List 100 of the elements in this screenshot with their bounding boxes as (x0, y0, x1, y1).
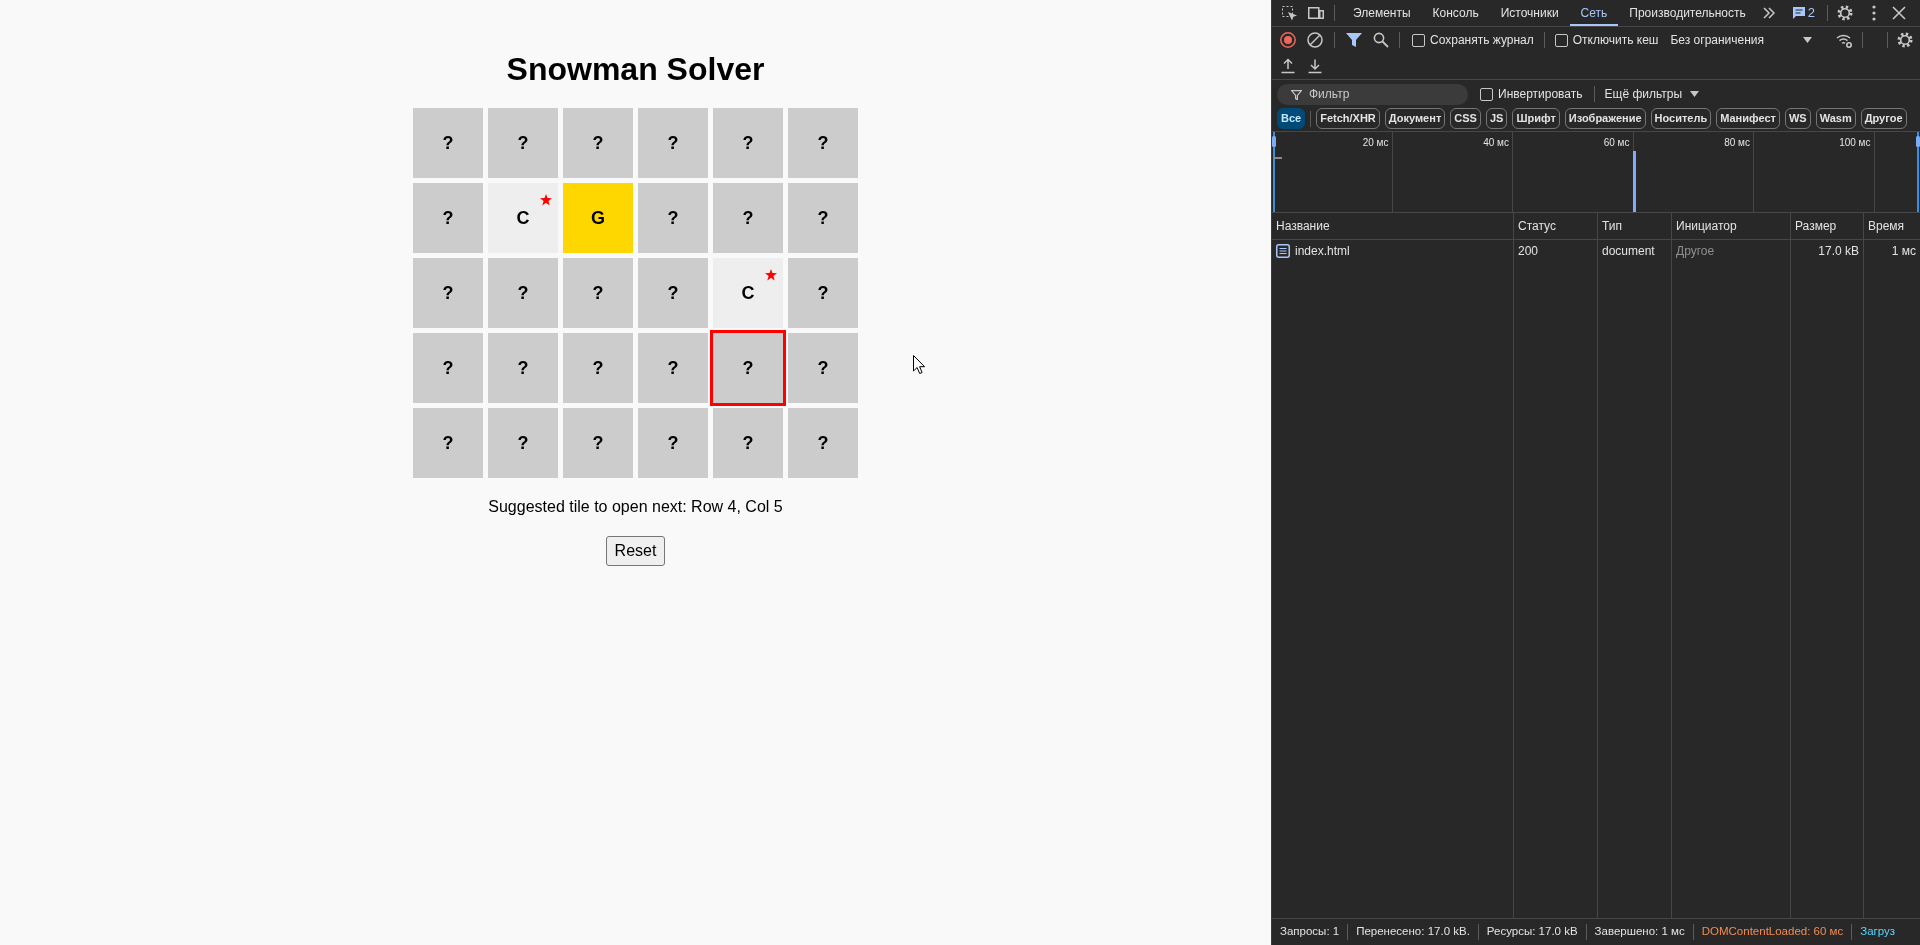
checkbox-label[interactable]: Сохранять журнал (1430, 31, 1534, 49)
status-text: Перенесено: 17.0 kB. (1356, 924, 1470, 940)
upload-icon[interactable] (1280, 58, 1296, 74)
status-text: DOMContentLoaded: 60 мс (1701, 924, 1844, 940)
grid-tile[interactable]: ? (713, 408, 783, 478)
column-header[interactable]: Тип (1598, 213, 1672, 239)
grid-tile[interactable]: ? (563, 108, 633, 178)
type-filter-chip[interactable]: Манифест (1716, 108, 1780, 129)
wifi-icon[interactable] (1836, 32, 1853, 48)
page-title: Snowman Solver (506, 51, 765, 88)
filter-icon[interactable] (1346, 32, 1362, 48)
type-filter-chip[interactable]: Носитель (1650, 108, 1712, 129)
grid-tile[interactable]: ? (488, 408, 558, 478)
grid-tile[interactable]: ? (413, 183, 483, 253)
panel-tab[interactable]: Сеть (1569, 0, 1619, 26)
grid-tile[interactable]: ? (413, 258, 483, 328)
event-marker (1633, 151, 1636, 212)
tick-label: 40 мс (1483, 137, 1509, 149)
download-icon[interactable] (1307, 58, 1323, 74)
grid-tile[interactable]: ? (638, 333, 708, 403)
grid-tile[interactable]: ? (788, 333, 858, 403)
grid-tile[interactable]: ? (488, 108, 558, 178)
checkbox-label[interactable]: Отключить кеш (1572, 31, 1659, 49)
panel-tab[interactable]: Производительность (1618, 0, 1757, 26)
type-filter-chip[interactable]: Все (1277, 108, 1306, 129)
type-filter-chip[interactable]: Документ (1384, 108, 1446, 129)
clear-icon[interactable] (1307, 32, 1323, 48)
type-filter-chip[interactable]: Fetch/XHR (1316, 108, 1380, 129)
range-handle[interactable] (1272, 132, 1276, 212)
panel-tab[interactable]: Источники (1489, 0, 1570, 26)
request-name[interactable]: index.html (1295, 241, 1350, 260)
filter-field[interactable]: Фильтр (1277, 83, 1468, 105)
device-icon[interactable] (1308, 5, 1324, 21)
tick-label: 100 мс (1839, 137, 1871, 149)
suggestion-text: Suggested tile to open next: Row 4, Col 5 (488, 498, 783, 516)
inspect-element-icon[interactable] (1281, 5, 1297, 21)
more-filters-dropdown[interactable]: Ещё фильтры (1604, 85, 1700, 103)
type-filter-chip[interactable]: Другое (1860, 108, 1907, 129)
grid-tile[interactable]: ? (788, 408, 858, 478)
more-tabs-icon[interactable] (1762, 7, 1775, 19)
table-cell: Другое (1672, 240, 1791, 261)
panel-tab[interactable]: Консоль (1421, 0, 1490, 26)
column-header[interactable]: Размер (1791, 213, 1864, 239)
table-cell: 200 (1514, 240, 1598, 261)
filter-icon (1291, 89, 1302, 100)
tick-label: 20 мс (1362, 137, 1389, 149)
throttling-dropdown[interactable]: Без ограничения (1670, 31, 1813, 49)
search-icon[interactable] (1373, 32, 1389, 48)
grid-tile[interactable]: ? (638, 408, 708, 478)
column-header[interactable]: Инициатор (1672, 213, 1791, 239)
grid-tile[interactable]: ? (413, 408, 483, 478)
grid-tile[interactable]: C (713, 258, 783, 328)
grid-tile[interactable]: ? (563, 258, 633, 328)
caret-icon (1803, 37, 1813, 43)
type-filter-chip[interactable]: JS (1485, 108, 1508, 129)
grid-tile[interactable]: ? (710, 330, 786, 406)
table-cell-text: 1 мс (1890, 242, 1917, 260)
grid-tile[interactable]: C (488, 183, 558, 253)
grid-tile[interactable]: ? (713, 108, 783, 178)
type-filter-chip[interactable]: WS (1784, 108, 1811, 129)
grid-tile[interactable]: ? (788, 258, 858, 328)
panel-tab[interactable]: Элементы (1342, 0, 1422, 26)
settings-icon[interactable] (1837, 5, 1854, 21)
tick-label: 60 мс (1603, 137, 1630, 149)
mouse-pointer-icon (913, 355, 926, 374)
issues-button[interactable]: 2 (1792, 3, 1816, 23)
grid-tile[interactable]: ? (638, 183, 708, 253)
column-header[interactable]: Статус (1514, 213, 1598, 239)
checkbox-label[interactable]: Инвертировать (1498, 85, 1583, 103)
grid-tile[interactable]: ? (488, 333, 558, 403)
type-filter-chip[interactable]: Изображение (1564, 108, 1646, 129)
column-header[interactable]: Название (1272, 213, 1514, 239)
status-text: Загруз (1860, 924, 1896, 940)
type-filter-chip[interactable]: Wasm (1815, 108, 1856, 129)
grid-tile[interactable]: ? (413, 333, 483, 403)
checkbox[interactable] (1554, 33, 1568, 47)
grid-tile[interactable]: ? (638, 108, 708, 178)
caret-icon (1690, 91, 1700, 97)
type-filter-chip[interactable]: CSS (1450, 108, 1481, 129)
grid-tile[interactable]: ? (788, 183, 858, 253)
grid-tile[interactable]: G (563, 183, 633, 253)
grid-tile[interactable]: ? (563, 408, 633, 478)
table-cell: 17.0 kB (1791, 240, 1864, 261)
message-icon (1792, 7, 1805, 19)
checkbox[interactable] (1412, 33, 1425, 47)
grid-tile[interactable]: ? (638, 258, 708, 328)
settings-icon[interactable] (1897, 32, 1914, 48)
record-icon[interactable] (1280, 32, 1296, 48)
grid-tile[interactable]: ? (563, 333, 633, 403)
close-icon[interactable] (1891, 5, 1908, 21)
type-filter-chip[interactable]: Шрифт (1512, 108, 1560, 129)
grid-tile[interactable]: ? (413, 108, 483, 178)
status-text: Завершено: 1 мс (1594, 924, 1685, 940)
grid-tile[interactable]: ? (788, 108, 858, 178)
column-header[interactable]: Время (1864, 213, 1920, 239)
range-handle[interactable] (1916, 132, 1920, 212)
grid-tile[interactable]: ? (488, 258, 558, 328)
grid-tile[interactable]: ? (713, 183, 783, 253)
checkbox[interactable] (1480, 87, 1493, 101)
reset-button[interactable]: Reset (605, 536, 666, 566)
